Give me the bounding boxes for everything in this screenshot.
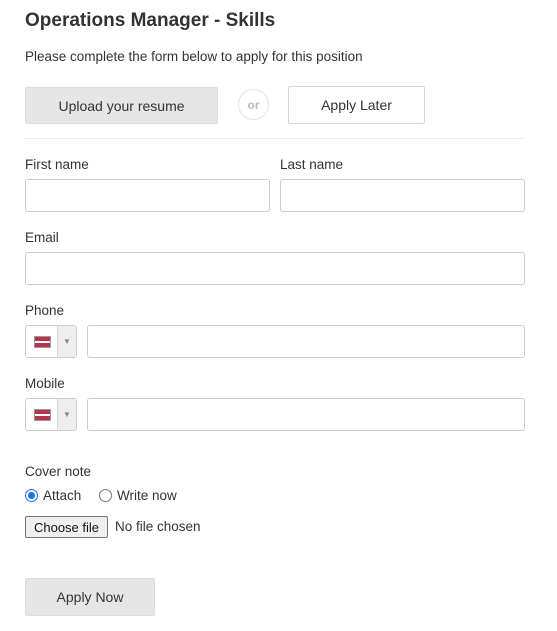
write-now-radio[interactable] bbox=[99, 489, 112, 502]
phone-field[interactable] bbox=[87, 325, 525, 358]
page-title: Operations Manager - Skills bbox=[25, 10, 276, 31]
email-field[interactable] bbox=[25, 252, 525, 285]
first-name-label: First name bbox=[25, 157, 89, 172]
write-now-radio-option[interactable]: Write now bbox=[99, 488, 177, 503]
last-name-field[interactable] bbox=[280, 179, 525, 212]
mobile-country-select[interactable]: ▼ bbox=[25, 398, 77, 431]
attach-radio-option[interactable]: Attach bbox=[25, 488, 81, 503]
chevron-down-icon: ▼ bbox=[57, 326, 76, 357]
file-status-text: No file chosen bbox=[115, 519, 201, 534]
flag-icon bbox=[34, 409, 51, 421]
page-subtitle: Please complete the form below to apply … bbox=[25, 49, 363, 64]
apply-now-button[interactable]: Apply Now bbox=[25, 578, 155, 616]
first-name-field[interactable] bbox=[25, 179, 270, 212]
email-label: Email bbox=[25, 230, 59, 245]
phone-label: Phone bbox=[25, 303, 65, 318]
cover-note-label: Cover note bbox=[25, 464, 92, 479]
flag-icon bbox=[34, 336, 51, 348]
write-now-radio-label: Write now bbox=[117, 488, 177, 503]
phone-country-select[interactable]: ▼ bbox=[25, 325, 77, 358]
attach-radio-label: Attach bbox=[43, 488, 82, 503]
or-separator: or bbox=[238, 89, 269, 120]
upload-resume-button[interactable]: Upload your resume bbox=[25, 87, 218, 124]
apply-later-button[interactable]: Apply Later bbox=[288, 86, 425, 124]
section-divider bbox=[25, 138, 525, 139]
chevron-down-icon: ▼ bbox=[57, 399, 76, 430]
attach-radio[interactable] bbox=[25, 489, 38, 502]
mobile-label: Mobile bbox=[25, 376, 65, 391]
choose-file-button[interactable]: Choose file bbox=[25, 516, 108, 538]
mobile-field[interactable] bbox=[87, 398, 525, 431]
last-name-label: Last name bbox=[280, 157, 344, 172]
